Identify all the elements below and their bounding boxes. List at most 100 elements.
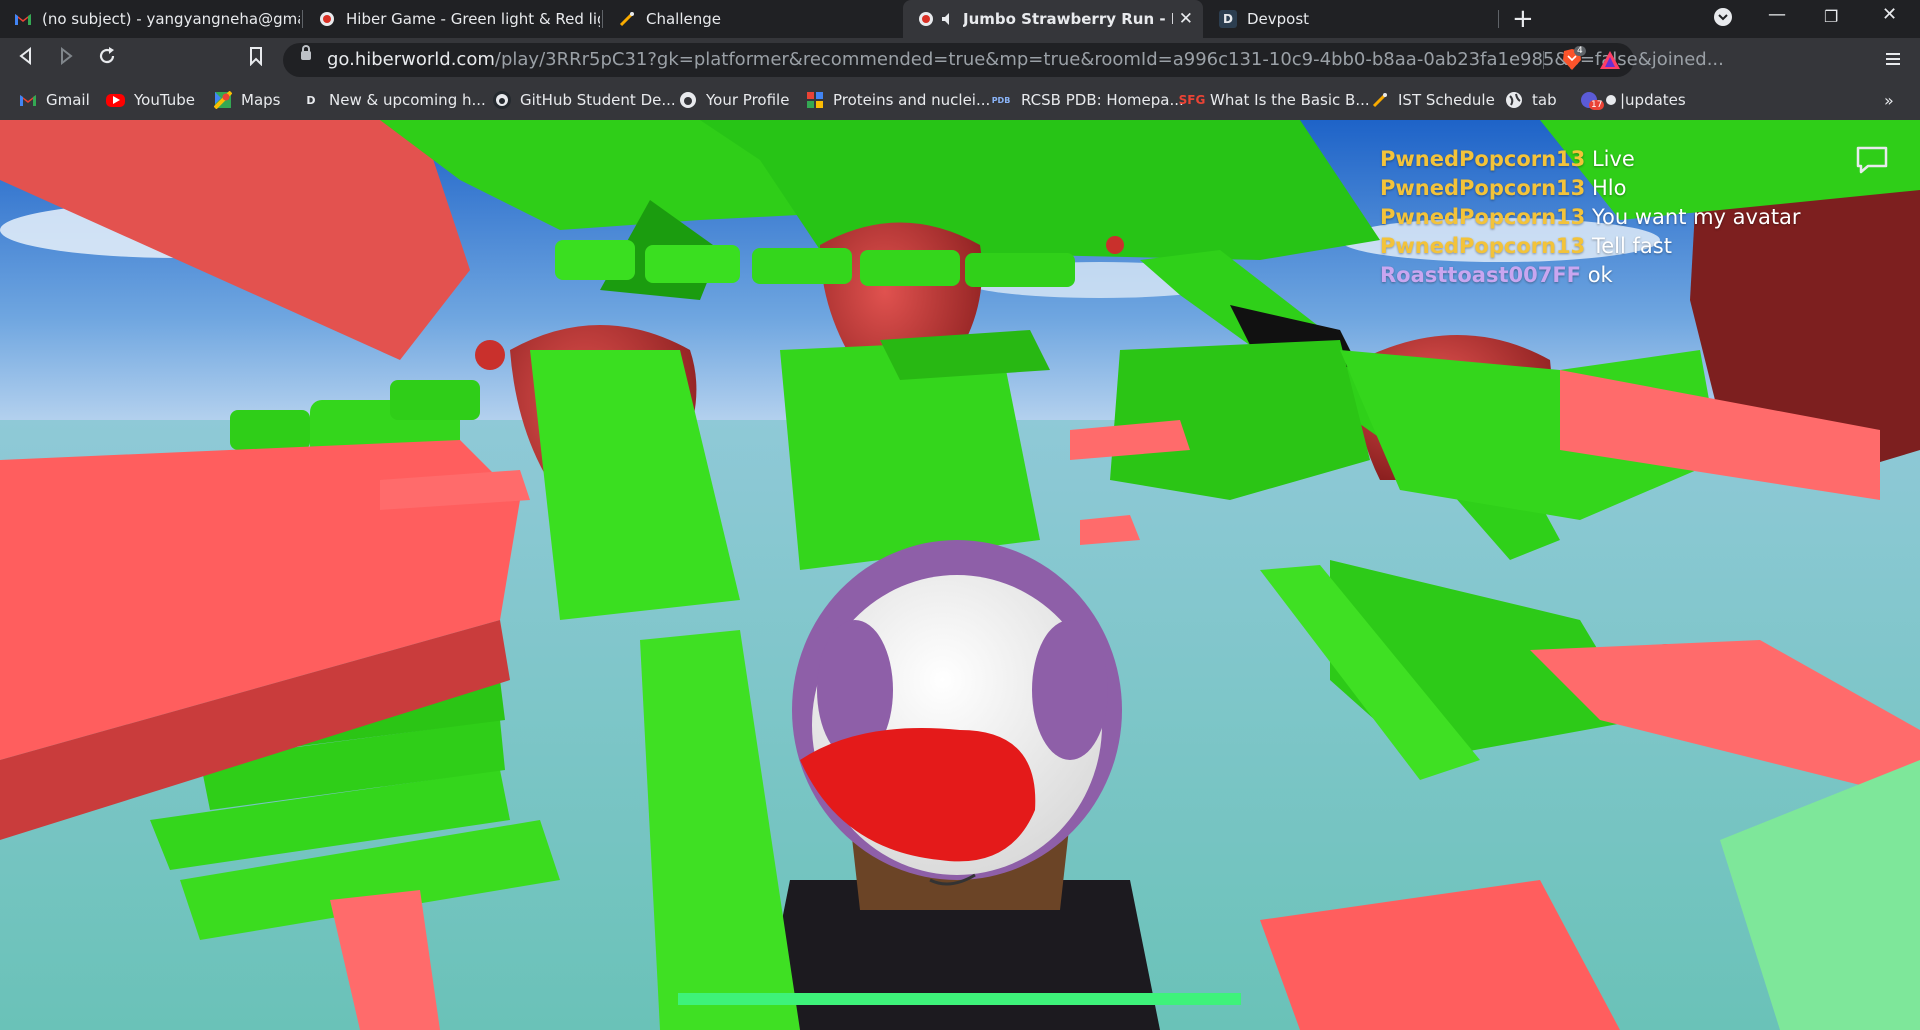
tab-strip: (no subject) - yangyangneha@gmail.c Hibe… [0, 0, 1920, 38]
reload-button[interactable] [97, 46, 117, 71]
bookmark-label: RCSB PDB: Homepa... [1021, 91, 1184, 109]
speaker-icon[interactable] [939, 10, 957, 28]
chat-username[interactable]: Roasttoast007FF [1380, 263, 1581, 287]
tab-hiber-green-red[interactable]: Hiber Game - Green light & Red light [304, 0, 600, 38]
restore-button[interactable]: ❐ [1824, 7, 1838, 26]
tab-gmail[interactable]: (no subject) - yangyangneha@gmail.c [0, 0, 300, 38]
tab-separator [602, 10, 603, 28]
toolbar: go.hiberworld.com/play/3RRr5pC31?gk=plat… [0, 38, 1920, 82]
tab-title: Jumbo Strawberry Run - Hiber [963, 10, 1173, 28]
game-viewport[interactable]: PwnedPopcorn13 Live PwnedPopcorn13 Hlo P… [0, 120, 1920, 1030]
tab-jumbo-strawberry-run[interactable]: Jumbo Strawberry Run - Hiber ✕ [903, 0, 1203, 38]
url-text: go.hiberworld.com/play/3RRr5pC31?gk=plat… [327, 49, 1724, 70]
chat-bubble-icon [1856, 146, 1888, 174]
devpost-icon: D [306, 93, 316, 107]
tab-separator [1498, 10, 1499, 28]
gmail-icon [19, 91, 37, 109]
bookmark-label: Maps [241, 91, 281, 109]
bookmark-label: New & upcoming h... [329, 91, 486, 109]
browser-window: (no subject) - yangyangneha@gmail.c Hibe… [0, 0, 1920, 1030]
bookmark-maps[interactable]: Maps [214, 91, 280, 109]
chat-username[interactable]: PwnedPopcorn13 [1380, 205, 1585, 229]
chat-message: PwnedPopcorn13 Tell fast [1380, 232, 1801, 261]
chat-message: PwnedPopcorn13 You want my avatar [1380, 203, 1801, 232]
bookmark-label: What Is the Basic B... [1210, 91, 1370, 109]
chat-log: PwnedPopcorn13 Live PwnedPopcorn13 Hlo P… [1380, 145, 1801, 290]
sfg-icon: SFG [1178, 93, 1206, 107]
bookmark-rcsb-pdb[interactable]: PDB RCSB PDB: Homepa... [990, 91, 1184, 109]
menu-button[interactable] [1885, 48, 1901, 72]
chat-username[interactable]: PwnedPopcorn13 [1380, 234, 1585, 258]
github-icon [679, 91, 697, 109]
maps-icon [214, 91, 232, 109]
bookmark-label: Your Profile [706, 91, 790, 109]
devpost-icon: D [1219, 10, 1237, 28]
bookmark-youtube[interactable]: YouTube [106, 91, 195, 109]
reload-icon [99, 47, 115, 64]
hamburger-icon [1886, 53, 1900, 65]
chevron-down-icon [1714, 8, 1732, 26]
ist-icon [1371, 91, 1389, 109]
youtube-icon [106, 93, 125, 107]
chat-text: You want my avatar [1591, 205, 1801, 229]
chat-username[interactable]: PwnedPopcorn13 [1380, 176, 1585, 200]
tab-separator [302, 10, 303, 28]
chat-text: Tell fast [1591, 234, 1672, 258]
tab-title: Devpost [1247, 10, 1310, 28]
brave-badge: 4 [1574, 46, 1586, 56]
bookmark-new-upcoming[interactable]: D New & upcoming h... [302, 91, 486, 109]
tab-search-button[interactable] [1713, 7, 1733, 32]
bookmarks-bar: Gmail YouTube Maps D New & upcoming h...… [0, 82, 1920, 121]
challenge-icon [618, 10, 636, 28]
window-close-button[interactable]: ✕ [1882, 4, 1897, 25]
chat-text: ok [1587, 263, 1613, 287]
brave-rewards-icon [1600, 51, 1620, 69]
hiber-icon [318, 10, 336, 28]
back-icon [19, 46, 31, 66]
new-tab-button[interactable]: + [1512, 4, 1534, 34]
chat-message: Roasttoast007FF ok [1380, 261, 1801, 290]
tab-title: Challenge [646, 10, 721, 28]
dot-icon [1606, 95, 1616, 105]
gmail-icon [14, 10, 32, 28]
close-icon[interactable]: ✕ [1179, 9, 1193, 29]
bookmark-label: Proteins and nuclei... [833, 91, 991, 109]
lock-icon [301, 45, 311, 60]
bookmark-your-profile[interactable]: Your Profile [679, 91, 789, 109]
bookmark-updates[interactable]: 17 |updates [1580, 91, 1686, 110]
chat-toggle-button[interactable] [1855, 145, 1889, 175]
bookmark-label: YouTube [134, 91, 195, 109]
hiber-icon [917, 10, 935, 28]
tab-challenge[interactable]: Challenge [604, 0, 900, 38]
bookmark-tab[interactable]: tab [1505, 91, 1557, 109]
tab-title: (no subject) - yangyangneha@gmail.c [42, 10, 300, 28]
bookmark-label: GitHub Student De... [520, 91, 676, 109]
chat-username[interactable]: PwnedPopcorn13 [1380, 147, 1585, 171]
address-bar[interactable]: go.hiberworld.com/play/3RRr5pC31?gk=plat… [283, 43, 1724, 77]
bookmark-basic-b[interactable]: SFG What Is the Basic B... [1178, 91, 1370, 109]
brave-rewards-button[interactable] [1599, 49, 1621, 75]
github-icon [493, 91, 511, 109]
notification-badge: 17 [1589, 100, 1605, 110]
bookmark-proteins[interactable]: Proteins and nuclei... [806, 91, 990, 109]
bookmark-github-student[interactable]: GitHub Student De... [493, 91, 676, 109]
health-bar [678, 993, 1241, 1005]
url-path: /play/3RRr5pC31?gk=platformer&recommende… [494, 49, 1724, 70]
chat-message: PwnedPopcorn13 Live [1380, 145, 1801, 174]
divider [1543, 51, 1544, 69]
tab-devpost[interactable]: D Devpost [1205, 0, 1497, 38]
more-bookmarks-button[interactable]: » [1884, 91, 1894, 110]
bookmark-label: tab [1532, 91, 1557, 109]
brave-shields-button[interactable]: 4 [1561, 46, 1586, 76]
bookmark-page-button[interactable] [248, 46, 264, 71]
bookmark-gmail[interactable]: Gmail [19, 91, 90, 109]
minimize-button[interactable]: — [1768, 4, 1786, 25]
back-button[interactable] [18, 46, 34, 70]
bookmark-label: IST Schedule [1398, 91, 1495, 109]
bookmark-ist-schedule[interactable]: IST Schedule [1371, 91, 1495, 109]
url-host: go.hiberworld.com [327, 49, 495, 70]
forward-button[interactable] [58, 46, 74, 70]
forward-icon [61, 46, 73, 66]
pdb-icon: PDB [991, 95, 1011, 105]
chat-text: Hlo [1591, 176, 1627, 200]
